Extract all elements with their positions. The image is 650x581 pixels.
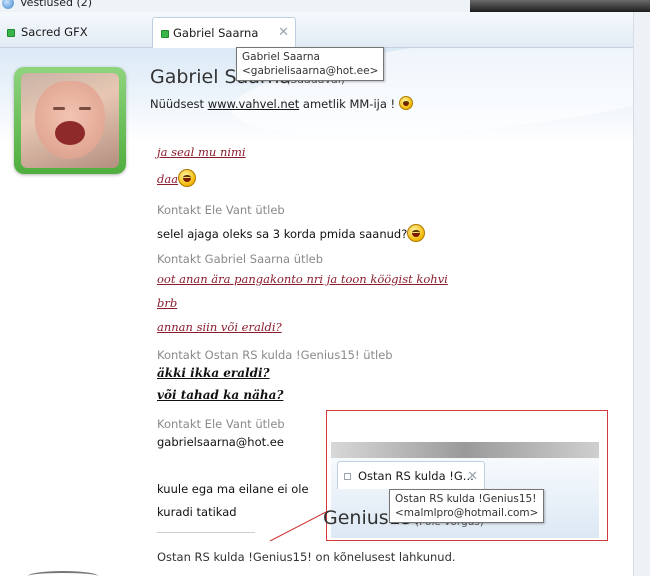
message: oot anan ära pangakonto nri ja toon köög…	[157, 272, 448, 286]
smiley-icon	[398, 96, 413, 110]
annotation-callout: Ostan RS kulda !G... ✕ Genius15! (Pole v…	[323, 410, 608, 541]
side-panel-strip	[633, 12, 650, 576]
decorative-arc	[28, 571, 98, 581]
offline-status-icon	[344, 473, 351, 480]
tab-label: Sacred GFX	[21, 25, 88, 39]
online-status-icon	[161, 30, 169, 38]
tab-label: Gabriel Saarna	[173, 26, 259, 40]
avatar[interactable]	[14, 67, 126, 174]
contact-tooltip: Gabriel Saarna <gabrielisaarna@hot.ee>	[236, 47, 385, 81]
tab-sacred-gfx[interactable]: Sacred GFX	[0, 18, 150, 46]
avatar-picture	[21, 73, 119, 168]
online-status-icon	[7, 29, 15, 37]
sender-header: Kontakt Gabriel Saarna ütleb	[157, 252, 324, 266]
message: gabrielsaarna@hot.ee	[157, 435, 284, 449]
sender-header: Kontakt Ostan RS kulda !Genius15! ütleb	[157, 348, 393, 362]
message: brb	[157, 296, 178, 310]
window-title: Vestlused (2)	[20, 0, 93, 9]
message: ja seal mu nimi	[157, 145, 246, 159]
message: daa	[157, 169, 197, 187]
tab-label: Ostan RS kulda !G...	[358, 469, 474, 483]
message: äkki ikka eraldi?	[157, 366, 270, 380]
sender-header: Kontakt Ele Vant ütleb	[157, 417, 285, 431]
app-icon	[2, 0, 14, 9]
contact-tooltip: Ostan RS kulda !Genius15! <malmlpro@hotm…	[389, 489, 545, 523]
tab-gabriel-saarna[interactable]: Gabriel Saarna ✕	[152, 17, 296, 48]
pm-link[interactable]: www.vahvel.net	[208, 97, 300, 111]
message: selel ajaga oleks sa 3 korda pmida saanu…	[157, 224, 426, 242]
sender-header: Kontakt Ele Vant ütleb	[157, 203, 285, 217]
divider	[157, 532, 255, 533]
message: või tahad ka näha?	[157, 388, 284, 402]
conversation-tab-bar: Sacred GFX Gabriel Saarna ✕	[0, 12, 636, 48]
message: kuule ega ma eilane ei ole	[157, 482, 309, 496]
window-title-bar: Vestlused (2)	[0, 0, 650, 12]
close-icon: ✕	[467, 469, 478, 484]
message: annan siin või eraldi?	[157, 320, 282, 334]
close-icon[interactable]: ✕	[278, 19, 289, 47]
window-controls[interactable]	[470, 0, 650, 12]
tab-ostan-rs-kulda: Ostan RS kulda !G... ✕	[337, 461, 485, 489]
smiley-icon	[407, 224, 426, 242]
smiley-icon	[178, 169, 197, 187]
message: kuradi tatikad	[157, 505, 237, 519]
personal-message: Nüüdsest www.vahvel.net ametlik MM-ija !	[150, 96, 413, 111]
left-conversation-notice: Ostan RS kulda !Genius15! on kõnelusest …	[157, 550, 456, 564]
